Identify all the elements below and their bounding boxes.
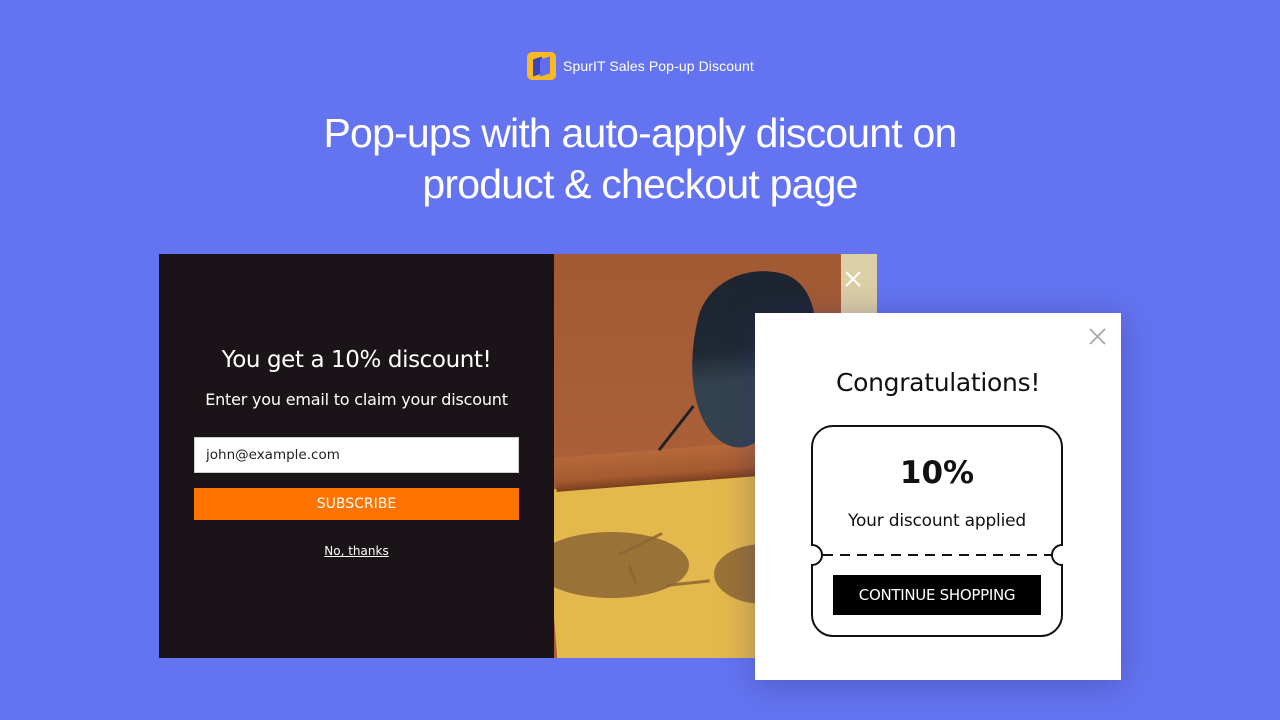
spurit-logo-icon — [527, 52, 556, 80]
subscribe-subtitle: Enter you email to claim your discount — [205, 390, 508, 409]
continue-shopping-button[interactable]: CONTINUE SHOPPING — [833, 575, 1041, 615]
discount-value: 10% — [899, 455, 975, 491]
subscribe-title: You get a 10% discount! — [221, 347, 492, 373]
success-popup: Congratulations! 10% Your discount appli… — [755, 313, 1121, 680]
brand-header: SpurIT Sales Pop-up Discount — [527, 52, 754, 80]
subscribe-form: You get a 10% discount! Enter you email … — [159, 254, 554, 658]
discount-ticket: 10% Your discount applied CONTINUE SHOPP… — [811, 425, 1063, 637]
success-title: Congratulations! — [835, 368, 1041, 397]
close-icon[interactable] — [1088, 327, 1107, 346]
subscribe-button[interactable]: SUBSCRIBE — [194, 488, 519, 520]
page-headline: Pop-ups with auto-apply discount on prod… — [0, 108, 1280, 210]
email-field[interactable] — [194, 437, 519, 473]
no-thanks-link[interactable]: No, thanks — [324, 544, 388, 558]
discount-caption: Your discount applied — [848, 511, 1026, 531]
headline-line-1: Pop-ups with auto-apply discount on — [323, 110, 958, 156]
headline-line-2: product & checkout page — [422, 161, 858, 207]
brand-name: SpurIT Sales Pop-up Discount — [563, 58, 754, 74]
close-icon[interactable] — [843, 269, 863, 289]
